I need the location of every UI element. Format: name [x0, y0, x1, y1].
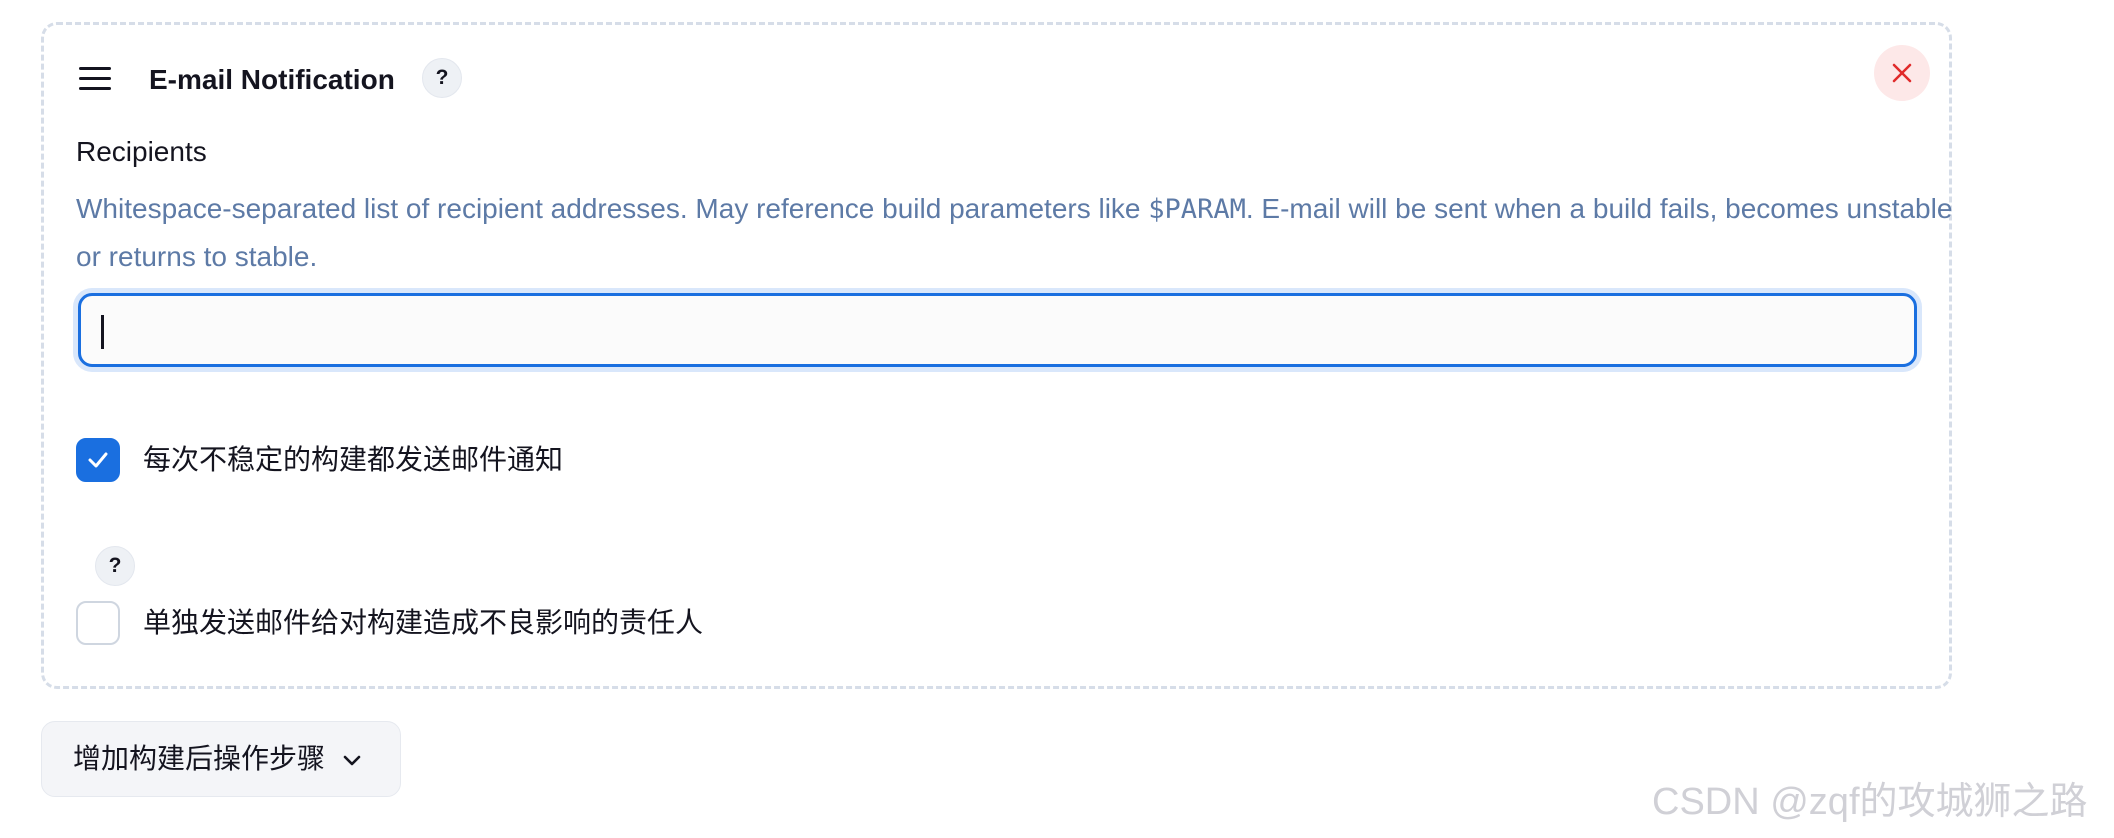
email-notification-section: E-mail Notification ? Recipients Whitesp… — [41, 22, 1952, 689]
checkbox-send-to-culprits[interactable] — [76, 601, 120, 645]
close-icon — [1892, 63, 1912, 83]
text-caret — [101, 315, 104, 349]
chevron-down-icon — [343, 755, 361, 766]
recipients-description: Whitespace-separated list of recipient a… — [76, 185, 1956, 280]
watermark: CSDN @zqf的攻城狮之路 — [1652, 781, 2088, 823]
drag-handle-icon[interactable] — [79, 67, 111, 97]
add-step-label: 增加构建后操作步骤 — [73, 743, 326, 774]
section-title: E-mail Notification — [149, 64, 395, 95]
recipients-input[interactable] — [78, 293, 1917, 367]
description-text-1: Whitespace-separated list of recipient a… — [76, 193, 1149, 224]
description-param-code: $PARAM — [1148, 194, 1246, 225]
checkbox-send-to-culprits-label[interactable]: 单独发送邮件给对构建造成不良影响的责任人 — [143, 603, 703, 643]
recipients-label: Recipients — [76, 136, 207, 167]
help-button-section[interactable]: ? — [422, 58, 462, 98]
checkmark-icon — [88, 452, 108, 468]
add-post-build-step-button[interactable]: 增加构建后操作步骤 — [41, 721, 401, 797]
close-button[interactable] — [1874, 45, 1930, 101]
checkbox-unstable-notify[interactable] — [76, 438, 120, 482]
checkbox-unstable-notify-label[interactable]: 每次不稳定的构建都发送邮件通知 — [143, 440, 563, 480]
help-button-culprits[interactable]: ? — [95, 546, 135, 586]
